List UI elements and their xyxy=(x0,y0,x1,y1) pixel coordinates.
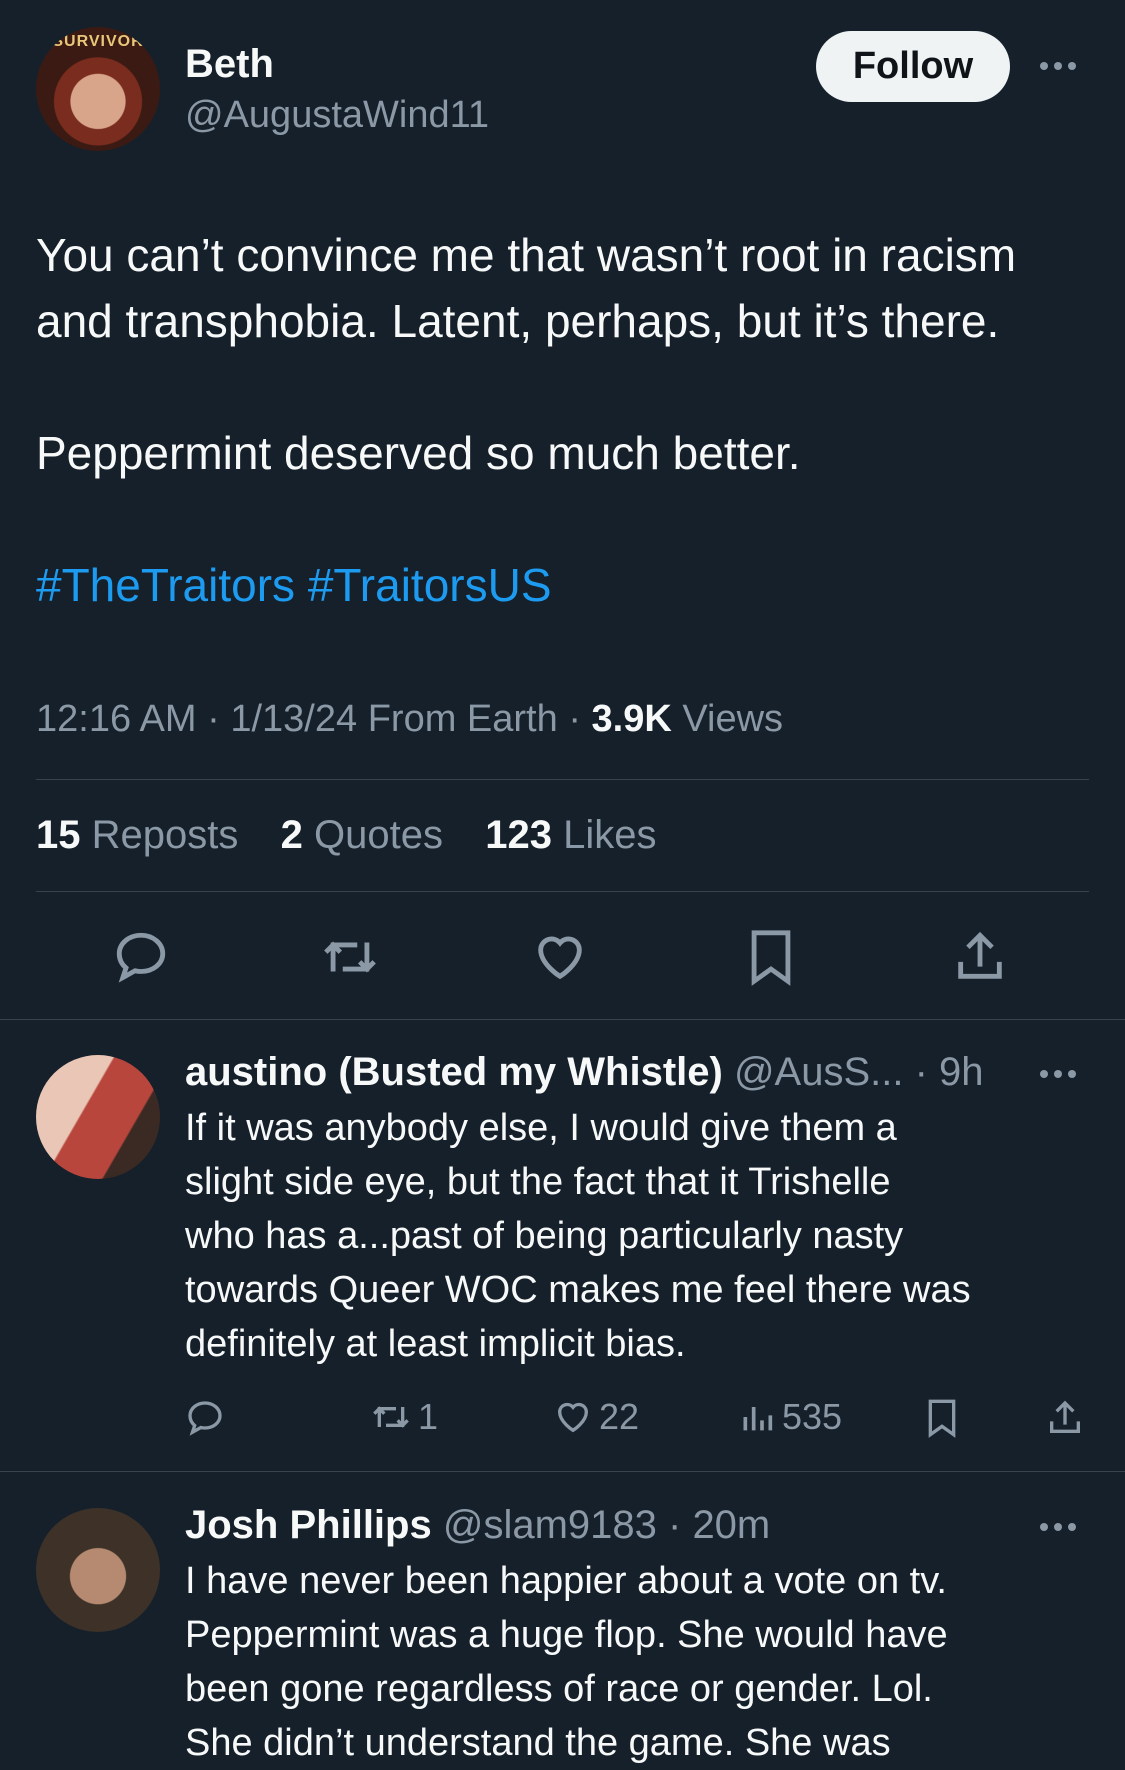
views-action[interactable]: 535 xyxy=(740,1396,842,1438)
avatar[interactable] xyxy=(36,1055,160,1179)
more-options-icon[interactable] xyxy=(1040,1070,1076,1078)
author-name[interactable]: Beth xyxy=(185,42,274,87)
tweet-time[interactable]: 12:16 AM xyxy=(36,698,197,740)
reply-text-line: If it was anybody else, I would give the… xyxy=(185,1107,897,1149)
reply-icon[interactable] xyxy=(112,928,170,986)
more-options-icon[interactable] xyxy=(1040,1523,1076,1531)
reply-text-line: She didn’t understand the game. She was xyxy=(185,1722,891,1764)
author-handle[interactable]: @AugustaWind11 xyxy=(185,94,489,137)
engagement-stats: 15 Reposts 2 Quotes 123 Likes xyxy=(36,813,656,858)
reply-text-line: slight side eye, but the fact that it Tr… xyxy=(185,1161,891,1203)
reply-author-handle[interactable]: @slam9183 xyxy=(443,1503,657,1547)
more-options-icon[interactable] xyxy=(1040,62,1076,70)
share-icon[interactable] xyxy=(951,928,1009,986)
reply-text-line: Peppermint was a huge flop. She would ha… xyxy=(185,1614,948,1656)
like-icon xyxy=(553,1397,593,1437)
follow-button[interactable]: Follow xyxy=(816,31,1010,102)
reply-text: I have never been happier about a vote o… xyxy=(185,1554,1085,1770)
avatar[interactable] xyxy=(36,1508,160,1632)
reposts-stat[interactable]: 15 Reposts xyxy=(36,813,238,857)
quotes-label: Quotes xyxy=(314,813,443,857)
reply-text-line: been gone regardless of race or gender. … xyxy=(185,1668,933,1710)
like-count: 22 xyxy=(599,1396,640,1437)
reply-header: austino (Busted my Whistle) @AusS... · 9… xyxy=(185,1050,984,1094)
hashtags[interactable]: #TheTraitors #TraitorsUS xyxy=(36,558,552,612)
likes-stat[interactable]: 123 Likes xyxy=(485,813,656,857)
reply-text-line: who has a...past of being particularly n… xyxy=(185,1215,904,1257)
divider xyxy=(36,891,1089,892)
reply-author-name[interactable]: Josh Phillips xyxy=(185,1503,432,1547)
reply-text: If it was anybody else, I would give the… xyxy=(185,1101,1085,1371)
reply-time[interactable]: 20m xyxy=(692,1503,770,1547)
divider xyxy=(0,1019,1125,1020)
like-action[interactable]: 22 xyxy=(553,1396,639,1438)
tweet-text-line: You can’t convince me that wasn’t root i… xyxy=(36,229,1017,281)
reply-text-line: towards Queer WOC makes me feel there wa… xyxy=(185,1269,971,1311)
repost-icon xyxy=(368,1397,414,1437)
quotes-count: 2 xyxy=(280,813,303,857)
like-icon[interactable] xyxy=(531,928,589,986)
reply-author-name[interactable]: austino (Busted my Whistle) xyxy=(185,1050,723,1094)
views-chart-icon xyxy=(740,1397,774,1437)
reposts-count: 15 xyxy=(36,813,81,857)
repost-action[interactable]: 1 xyxy=(368,1396,438,1438)
reply-text-line: definitely at least implicit bias. xyxy=(185,1323,686,1365)
quotes-stat[interactable]: 2 Quotes xyxy=(281,813,443,857)
avatar[interactable]: SURVIVOR xyxy=(36,27,160,151)
divider xyxy=(0,1471,1125,1472)
share-icon[interactable] xyxy=(1045,1398,1085,1438)
bookmark-icon[interactable] xyxy=(745,928,797,986)
reposts-label: Reposts xyxy=(91,813,239,857)
bookmark-icon[interactable] xyxy=(924,1398,960,1438)
divider xyxy=(36,779,1089,780)
tweet-date[interactable]: 1/13/24 xyxy=(230,698,357,740)
reply-icon[interactable] xyxy=(185,1398,225,1438)
likes-count: 123 xyxy=(485,813,552,857)
reply-text-line: I have never been happier about a vote o… xyxy=(185,1560,947,1602)
likes-label: Likes xyxy=(563,813,657,857)
tweet-text-line: and transphobia. Latent, perhaps, but it… xyxy=(36,295,1000,347)
reply-time[interactable]: 9h xyxy=(939,1050,984,1094)
views-count: 535 xyxy=(782,1396,843,1437)
avatar-logo-text: SURVIVOR xyxy=(52,33,144,50)
repost-count: 1 xyxy=(418,1396,439,1437)
tweet-meta: 12:16 AM · 1/13/24 From Earth · 3.9K Vie… xyxy=(36,698,784,740)
reply-header: Josh Phillips @slam9183 · 20m xyxy=(185,1503,771,1547)
views-label: Views xyxy=(682,698,784,740)
tweet-text-line: Peppermint deserved so much better. xyxy=(36,427,801,479)
tweet-source: From Earth xyxy=(367,698,558,740)
views-count: 3.9K xyxy=(591,698,672,740)
reply-author-handle[interactable]: @AusS... xyxy=(734,1050,904,1094)
repost-icon[interactable] xyxy=(318,928,382,986)
